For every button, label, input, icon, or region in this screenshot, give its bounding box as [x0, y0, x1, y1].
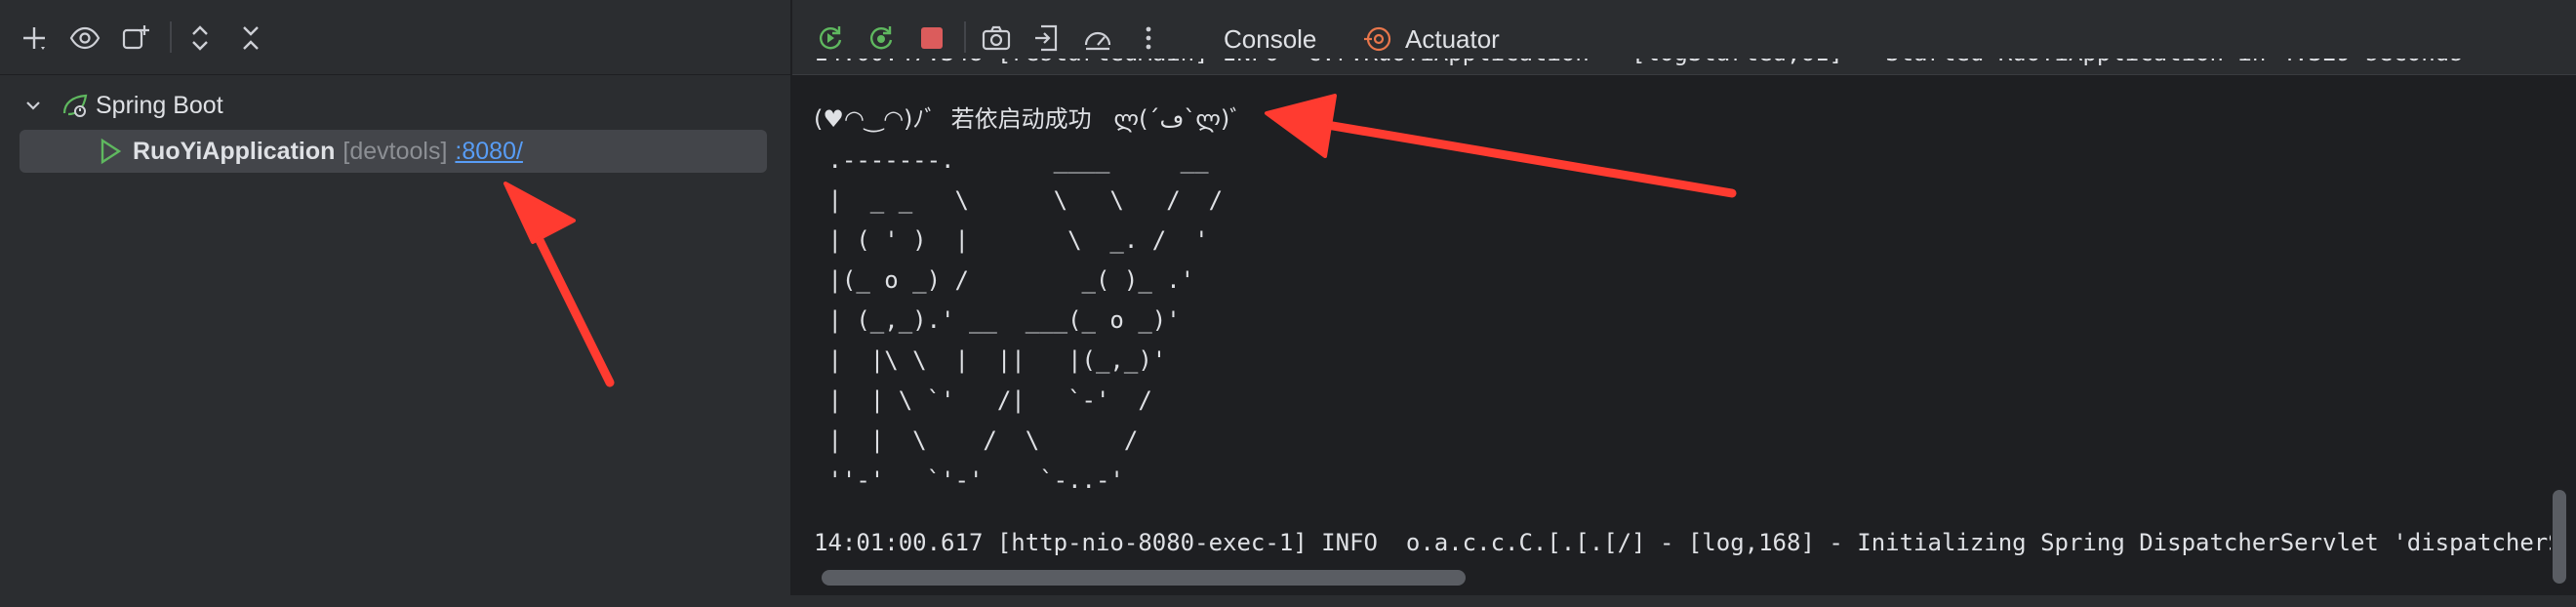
rerun-debug-icon[interactable]: [863, 20, 900, 57]
tab-actuator[interactable]: Actuator: [1364, 18, 1500, 61]
tab-actuator-label: Actuator: [1405, 23, 1500, 54]
tab-console[interactable]: Console: [1224, 18, 1316, 61]
tree-node-ruoyi-application[interactable]: RuoYiApplication [devtools] :8080/: [20, 130, 767, 173]
status-strip: [0, 595, 2576, 607]
services-toolbar: [0, 0, 790, 75]
vertical-scrollbar-thumb[interactable]: [2553, 490, 2566, 584]
stop-icon[interactable]: [913, 20, 950, 57]
tree-node-spring-boot[interactable]: Spring Boot: [23, 84, 223, 127]
expand-all-icon[interactable]: [181, 20, 219, 57]
import-icon[interactable]: [1028, 20, 1066, 57]
devtools-tag: [devtools]: [342, 137, 448, 165]
add-icon[interactable]: [16, 20, 53, 57]
tree-node-label: Spring Boot: [96, 91, 223, 119]
actuator-icon: [1364, 24, 1393, 54]
console-line: | | \ / \ /: [814, 426, 1139, 454]
console-output[interactable]: 14:00:47.348 [restartedMain] INFO c.r.Ru…: [814, 59, 2551, 566]
services-panel: Spring Boot RuoYiApplication [devtools] …: [0, 0, 790, 595]
toolbar-separator: [170, 21, 172, 53]
run-icon: [98, 138, 123, 165]
console-line: (♥◠‿◠)ﾉﾞ 若依启动成功 ლ(´ڡ`ლ)ﾞ: [814, 105, 1242, 133]
console-line: | (_,_).' __ ___(_ o _)': [814, 306, 1181, 334]
app-name-label: RuoYiApplication: [133, 137, 336, 165]
console-line: 14:01:00.617 [http-nio-8080-exec-1] INFO…: [814, 529, 2551, 556]
console-line: | _ _ \ \ \ / /: [814, 186, 1224, 214]
console-line: ''-' `'-' `-..-': [814, 466, 1124, 494]
camera-icon[interactable]: [978, 20, 1015, 57]
console-line: |(_ o _) / _( )_ .': [814, 266, 1195, 294]
toolbar-separator: [964, 21, 966, 53]
console-line: .-------. ____ __: [814, 146, 1209, 174]
new-group-icon[interactable]: [117, 20, 154, 57]
more-options-icon[interactable]: [1130, 20, 1167, 57]
rerun-icon[interactable]: [812, 20, 849, 57]
console-line: | |\ \ | || |(_,_)': [814, 346, 1167, 374]
gauge-icon[interactable]: [1079, 20, 1116, 57]
chevron-down-icon[interactable]: [23, 96, 51, 115]
console-line: | ( ' ) | \ _. / ': [814, 226, 1209, 254]
spring-boot-icon: [60, 92, 96, 119]
console-panel: Console Actuator 14:00:47.348 [restarted…: [792, 0, 2576, 595]
console-line: | | \ `' /| `-' /: [814, 386, 1152, 414]
horizontal-scrollbar-thumb[interactable]: [822, 570, 1466, 586]
collapse-all-icon[interactable]: [232, 20, 269, 57]
port-link[interactable]: :8080/: [455, 138, 523, 166]
tab-console-label: Console: [1224, 23, 1317, 54]
eye-icon[interactable]: [66, 20, 103, 57]
console-line: 14:00:47.348 [restartedMain] INFO c.r.Ru…: [814, 59, 2464, 66]
